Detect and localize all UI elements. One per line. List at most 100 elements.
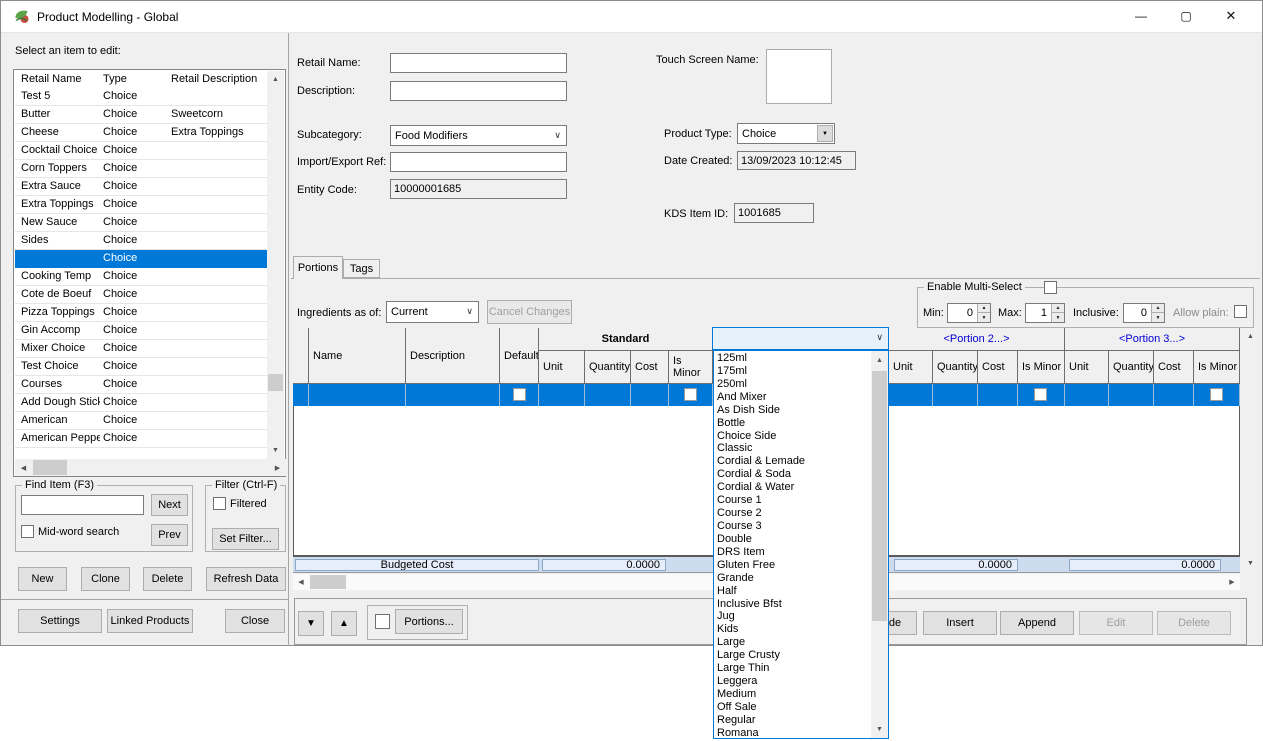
portion-option[interactable]: Large Thin: [714, 662, 872, 675]
list-item[interactable]: SidesChoice: [15, 232, 268, 250]
filtered-checkbox[interactable]: [213, 497, 226, 510]
settings-button[interactable]: Settings: [18, 609, 102, 633]
delete-item-button[interactable]: Delete: [143, 567, 192, 591]
import-ref-input[interactable]: [390, 152, 567, 172]
find-next-button[interactable]: Next: [151, 494, 188, 516]
list-item[interactable]: Cooking TempChoice: [15, 268, 268, 286]
grid-cell[interactable]: [669, 384, 713, 406]
column-retail-description[interactable]: Retail Description: [171, 73, 257, 85]
list-item[interactable]: Pizza ToppingsChoice: [15, 304, 268, 322]
portion-option[interactable]: Romana: [714, 727, 872, 739]
find-item-input[interactable]: [21, 495, 144, 515]
grid-group-header[interactable]: <Portion 2...>: [889, 328, 1065, 351]
dropdown-arrow-icon[interactable]: ▼: [817, 125, 833, 142]
set-filter-button[interactable]: Set Filter...: [212, 528, 279, 550]
portion-option[interactable]: Cordial & Water: [714, 481, 872, 494]
list-item[interactable]: Test 5Choice: [15, 88, 268, 106]
portion-option[interactable]: Large: [714, 636, 872, 649]
list-item[interactable]: American PeppeChoice: [15, 430, 268, 448]
find-prev-button[interactable]: Prev: [151, 524, 188, 546]
grid-cell[interactable]: [1194, 384, 1240, 406]
is-minor-checkbox[interactable]: [1034, 388, 1047, 401]
grid-cell[interactable]: [1109, 384, 1154, 406]
portion-option[interactable]: 250ml: [714, 378, 872, 391]
grid-cell-description[interactable]: [406, 384, 500, 406]
portion-name-combobox[interactable]: ∨: [712, 327, 889, 350]
list-item[interactable]: CheeseChoiceExtra Toppings: [15, 124, 268, 142]
list-item[interactable]: AmericanChoice: [15, 412, 268, 430]
is-minor-checkbox[interactable]: [1210, 388, 1223, 401]
portion-option[interactable]: Kids: [714, 623, 872, 636]
portion-option[interactable]: Choice Side: [714, 430, 872, 443]
scroll-down-icon[interactable]: ▼: [267, 442, 284, 459]
spin-up-icon[interactable]: ▲: [1151, 304, 1164, 313]
portion-option[interactable]: Course 1: [714, 494, 872, 507]
linked-products-button[interactable]: Linked Products: [107, 609, 193, 633]
spin-up-icon[interactable]: ▲: [1051, 304, 1064, 313]
scroll-up-icon[interactable]: ▲: [1242, 328, 1259, 345]
grid-cell[interactable]: [585, 384, 631, 406]
item-list-header[interactable]: Retail Name Type Retail Description: [15, 71, 268, 89]
scroll-right-icon[interactable]: ▶: [1224, 574, 1240, 590]
portion-option[interactable]: Double: [714, 533, 872, 546]
list-item[interactable]: Corn ToppersChoice: [15, 160, 268, 178]
spin-up-icon[interactable]: ▲: [977, 304, 990, 313]
grid-cell[interactable]: [1018, 384, 1065, 406]
scroll-down-icon[interactable]: ▼: [1242, 555, 1259, 572]
list-item[interactable]: ButterChoiceSweetcorn: [15, 106, 268, 124]
portion-option[interactable]: Course 3: [714, 520, 872, 533]
grid-cell[interactable]: [1065, 384, 1109, 406]
min-spinner[interactable]: 0 ▲▼: [947, 303, 991, 323]
retail-name-input[interactable]: [390, 53, 567, 73]
portion-option[interactable]: Leggera: [714, 675, 872, 688]
grid-cell-name[interactable]: [309, 384, 406, 406]
portion-option[interactable]: Jug: [714, 610, 872, 623]
description-input[interactable]: [390, 81, 567, 101]
list-item[interactable]: Gin AccompChoice: [15, 322, 268, 340]
mid-word-search-checkbox[interactable]: [21, 525, 34, 538]
tab-tags[interactable]: Tags: [343, 259, 380, 278]
list-item[interactable]: Extra ToppingsChoice: [15, 196, 268, 214]
move-down-button[interactable]: ▼: [298, 611, 324, 636]
scroll-left-icon[interactable]: ◀: [293, 574, 309, 590]
portion-option[interactable]: DRS Item: [714, 546, 872, 559]
portion-option[interactable]: As Dish Side: [714, 404, 872, 417]
move-up-button[interactable]: ▲: [331, 611, 357, 636]
list-item[interactable]: Add Dough StickChoice: [15, 394, 268, 412]
item-list[interactable]: Retail Name Type Retail Description Test…: [13, 69, 286, 477]
grid-header-description[interactable]: Description: [406, 328, 500, 384]
grid-cell[interactable]: [1154, 384, 1194, 406]
portion-option[interactable]: Course 2: [714, 507, 872, 520]
list-item[interactable]: CoursesChoice: [15, 376, 268, 394]
portion-option[interactable]: Cordial & Lemade: [714, 455, 872, 468]
grid-group-header[interactable]: <Portion 3...>: [1065, 328, 1240, 351]
column-retail-name[interactable]: Retail Name: [21, 73, 82, 85]
subcategory-select[interactable]: Food Modifiers ∨: [390, 125, 567, 146]
scroll-up-icon[interactable]: ▲: [267, 71, 284, 88]
column-type[interactable]: Type: [103, 73, 127, 85]
maximize-icon[interactable]: ▢: [1169, 1, 1203, 31]
insert-button[interactable]: Insert: [923, 611, 997, 635]
append-button[interactable]: Append: [1000, 611, 1074, 635]
portions-checkbox[interactable]: [375, 614, 390, 629]
grid-header-name[interactable]: Name: [309, 328, 406, 384]
inclusive-spinner[interactable]: 0 ▲▼: [1123, 303, 1165, 323]
spin-down-icon[interactable]: ▼: [1051, 313, 1064, 322]
allow-plain-checkbox[interactable]: [1234, 305, 1247, 318]
scroll-thumb[interactable]: [268, 374, 283, 391]
list-item[interactable]: Choice: [15, 250, 268, 268]
portion-option[interactable]: Bottle: [714, 417, 872, 430]
grid-cell-default[interactable]: [500, 384, 539, 406]
portion-option[interactable]: Medium: [714, 688, 872, 701]
portion-option[interactable]: Inclusive Bfst: [714, 598, 872, 611]
grid-cell[interactable]: [631, 384, 669, 406]
portion-option[interactable]: And Mixer: [714, 391, 872, 404]
item-list-vscrollbar[interactable]: ▲ ▼: [267, 71, 284, 459]
grid-cell[interactable]: [889, 384, 933, 406]
spin-down-icon[interactable]: ▼: [1151, 313, 1164, 322]
item-list-hscrollbar[interactable]: ◀ ▶: [15, 459, 286, 476]
portions-button[interactable]: Portions...: [395, 609, 463, 634]
list-item[interactable]: Test ChoiceChoice: [15, 358, 268, 376]
new-button[interactable]: New: [18, 567, 67, 591]
clone-button[interactable]: Clone: [81, 567, 130, 591]
